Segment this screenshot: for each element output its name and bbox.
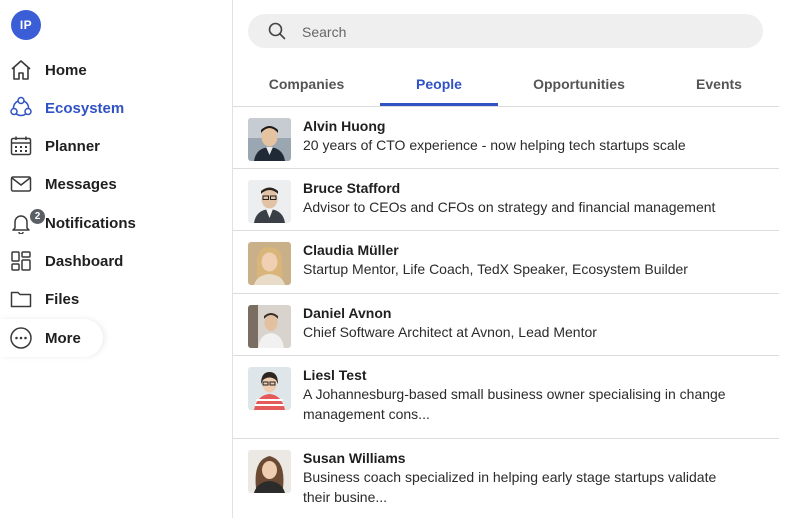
- sidebar-item-dashboard[interactable]: Dashboard: [0, 243, 232, 279]
- sidebar-item-label: More: [45, 329, 81, 347]
- calendar-icon: [9, 134, 33, 158]
- ecosystem-icon: [9, 96, 33, 120]
- list-item[interactable]: Susan Williams Business coach specialize…: [233, 439, 779, 521]
- list-item[interactable]: Daniel Avnon Chief Software Architect at…: [233, 294, 779, 356]
- tab-opportunities[interactable]: Opportunities: [515, 62, 643, 106]
- list-item[interactable]: Claudia Müller Startup Mentor, Life Coac…: [233, 231, 779, 294]
- person-name: Daniel Avnon: [303, 305, 392, 321]
- tab-companies[interactable]: Companies: [248, 62, 365, 106]
- notification-badge: 2: [29, 208, 46, 225]
- search-input[interactable]: [300, 14, 744, 50]
- person-name: Bruce Stafford: [303, 180, 401, 196]
- sidebar-item-label: Messages: [45, 175, 117, 193]
- sidebar-item-label: Ecosystem: [45, 99, 125, 117]
- envelope-icon: [9, 172, 33, 196]
- list-item[interactable]: Alvin Huong 20 years of CTO experience -…: [233, 107, 779, 169]
- tab-bar: Companies People Opportunities Events: [233, 62, 779, 107]
- avatar: [248, 180, 291, 223]
- search-bar[interactable]: [248, 14, 763, 50]
- home-icon: [9, 58, 33, 82]
- main-panel: Companies People Opportunities Events Al…: [232, 0, 780, 518]
- avatar: [248, 305, 291, 348]
- sidebar: IP Home Ecosystem Planner Messages 2 Not…: [0, 0, 232, 518]
- list-item[interactable]: Liesl Test A Johannesburg-based small bu…: [233, 356, 779, 439]
- avatar: [248, 242, 291, 285]
- person-name: Claudia Müller: [303, 242, 399, 258]
- sidebar-item-label: Planner: [45, 137, 101, 155]
- sidebar-item-more[interactable]: More: [0, 320, 232, 356]
- tab-people[interactable]: People: [380, 62, 498, 106]
- sidebar-item-ecosystem[interactable]: Ecosystem: [0, 90, 232, 126]
- person-name: Liesl Test: [303, 367, 367, 383]
- person-name: Susan Williams: [303, 450, 406, 466]
- list-item[interactable]: Bruce Stafford Advisor to CEOs and CFOs …: [233, 169, 779, 231]
- person-name: Alvin Huong: [303, 118, 386, 134]
- folder-icon: [9, 287, 33, 311]
- more-icon: [9, 326, 33, 350]
- dashboard-icon: [9, 249, 33, 273]
- sidebar-item-notifications[interactable]: 2 Notifications: [0, 205, 232, 241]
- sidebar-item-label: Dashboard: [45, 252, 124, 270]
- right-margin: [779, 0, 800, 518]
- avatar: [248, 367, 291, 410]
- person-description: Chief Software Architect at Avnon, Lead …: [303, 324, 597, 340]
- sidebar-item-files[interactable]: Files: [0, 281, 232, 317]
- avatar: [248, 450, 291, 493]
- person-description: Advisor to CEOs and CFOs on strategy and…: [303, 199, 716, 215]
- tab-events[interactable]: Events: [658, 62, 780, 106]
- search-icon: [268, 22, 286, 40]
- person-description: A Johannesburg-based small business owne…: [303, 386, 726, 422]
- sidebar-item-label: Notifications: [45, 214, 136, 232]
- sidebar-item-home[interactable]: Home: [0, 52, 232, 88]
- person-description: Startup Mentor, Life Coach, TedX Speaker…: [303, 261, 688, 277]
- sidebar-item-label: Home: [45, 61, 87, 79]
- person-description: 20 years of CTO experience - now helping…: [303, 137, 686, 153]
- avatar: [248, 118, 291, 161]
- active-tab-indicator: [380, 103, 498, 106]
- user-avatar[interactable]: IP: [11, 10, 41, 40]
- bell-icon: 2: [9, 208, 46, 235]
- sidebar-item-label: Files: [45, 290, 80, 308]
- sidebar-item-messages[interactable]: Messages: [0, 166, 232, 202]
- sidebar-item-planner[interactable]: Planner: [0, 128, 232, 164]
- person-description: Business coach specialized in helping ea…: [303, 469, 717, 505]
